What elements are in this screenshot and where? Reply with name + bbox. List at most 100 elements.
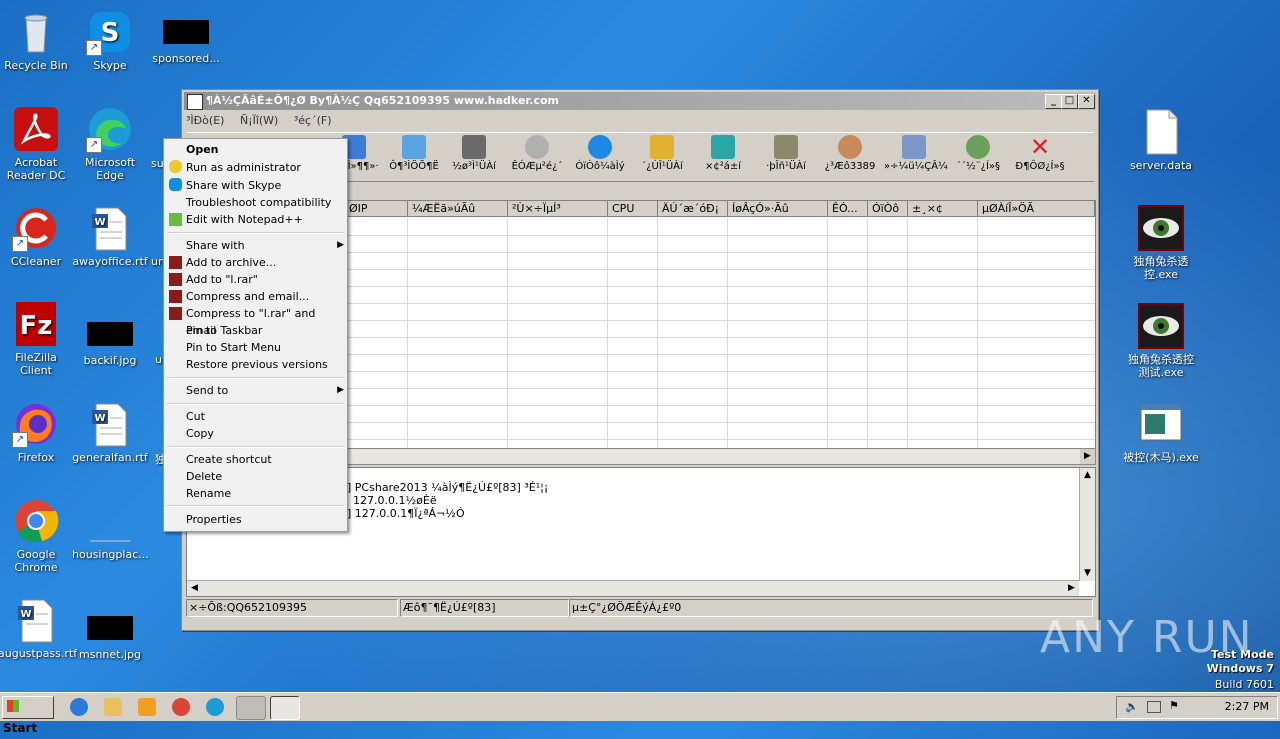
scroll-right-icon[interactable]: ▶ — [1064, 581, 1079, 596]
column-header[interactable]: ÊÓ... — [828, 201, 868, 217]
icon-label: Skype — [93, 59, 127, 72]
scroll-down-icon[interactable]: ▼ — [1080, 566, 1095, 581]
clock[interactable]: 2:27 PM — [1225, 700, 1269, 713]
desktop-icon-housingplac[interactable]: housingplac... — [72, 497, 149, 561]
internet-explorer-icon[interactable] — [70, 698, 88, 716]
desktop-icon-firefox[interactable]: ↗ Firefox — [0, 400, 74, 464]
toolbar-button[interactable]: Ô¶³ÌÖÕ¶Ë — [384, 135, 444, 172]
menu-share-with[interactable]: Share with ▶ — [186, 237, 344, 254]
close-button[interactable]: ✕ — [1078, 94, 1095, 109]
desktop-icon-ccleaner[interactable]: ↗ CCleaner — [0, 204, 74, 268]
desktop-icon-beikong-exe[interactable]: 被控(木马).exe — [1123, 400, 1199, 464]
toolbar-button[interactable]: ´¿ÚÎ¹ÜÀí — [634, 135, 690, 172]
network-icon[interactable] — [1147, 701, 1161, 713]
toolbar-label: ¿³Æô3389 — [824, 161, 876, 172]
toolbar-label: ´¿ÚÎ¹ÜÀí — [641, 161, 683, 172]
grid-line — [607, 218, 608, 463]
menu-rename[interactable]: Rename — [186, 485, 231, 502]
toolbar-button[interactable]: ÓïÒô¼àÌý — [572, 135, 628, 172]
menu-cut[interactable]: Cut — [186, 408, 205, 425]
toolbar-button[interactable]: ¿³Æô3389 — [822, 135, 878, 172]
desktop-icon-msnnet[interactable]: msnnet.jpg — [72, 604, 148, 661]
edge-icon[interactable] — [206, 698, 224, 716]
recycle-bin-icon — [12, 8, 60, 56]
column-header[interactable]: ØIP — [345, 201, 408, 217]
menu-item[interactable]: ³ÌÐò(E) — [186, 114, 224, 127]
menu-item[interactable]: ³éç´(F) — [294, 114, 332, 127]
menu-add-to-rar[interactable]: Add to "l.rar" — [186, 271, 258, 288]
menu-compress-email[interactable]: Compress and email... — [186, 288, 309, 305]
menu-troubleshoot[interactable]: Troubleshoot compatibility — [186, 194, 331, 211]
column-header[interactable]: µØÀíÎ»ÖÃ — [978, 201, 1095, 217]
vertical-scrollbar[interactable]: ▲ ▼ — [1079, 468, 1095, 581]
menu-open[interactable]: Open — [186, 141, 219, 158]
column-header[interactable]: ±¸×¢ — [908, 201, 978, 217]
column-header[interactable]: ÓïÒô — [868, 201, 908, 217]
toolbar-button[interactable]: ½ø³Ì¹ÜÀí — [446, 135, 502, 172]
desktop-icon-acrobat[interactable]: Acrobat Reader DC — [0, 105, 74, 182]
media-player-icon[interactable] — [138, 698, 156, 716]
menu-separator — [167, 403, 344, 405]
menu-edit-notepadpp[interactable]: Edit with Notepad++ — [186, 211, 303, 228]
desktop-icon-generalfan[interactable]: W generalfan.rtf — [72, 400, 148, 464]
menu-add-archive[interactable]: Add to archive... — [186, 254, 276, 271]
create-client-icon — [966, 135, 990, 159]
column-header[interactable]: ÄÚ´æ´óÐ¡ — [658, 201, 728, 217]
desktop-icon-backif[interactable]: backif.jpg — [72, 310, 148, 367]
toolbar-button[interactable]: ´´½¨¿Í»§ — [950, 135, 1006, 172]
column-header[interactable]: ¼ÆËã»úÃû — [408, 201, 508, 217]
scroll-up-icon[interactable]: ▲ — [1080, 468, 1095, 483]
desktop-icon-recycle-bin[interactable]: Recycle Bin — [0, 8, 74, 72]
desktop-icon-filezilla[interactable]: Fz FileZilla Client — [0, 300, 74, 377]
toolbar-button[interactable]: ÊÓÆµ²é¿´ — [506, 135, 568, 172]
icon-label: backif.jpg — [83, 354, 137, 367]
desktop-icon-awayoffice[interactable]: W awayoffice.rtf — [72, 204, 148, 268]
log-horizontal-scrollbar[interactable]: ◀ ▶ — [187, 580, 1079, 596]
desktop-icon-chrome[interactable]: Google Chrome — [0, 497, 74, 574]
desktop-icon-dujiao-test-exe[interactable]: 独角兔杀透控测试.exe — [1123, 302, 1199, 379]
menu-compress-rar-email[interactable]: Compress to "l.rar" and email — [186, 305, 347, 337]
menu-share-skype[interactable]: Share with Skype — [186, 177, 281, 194]
menu-delete[interactable]: Delete — [186, 468, 222, 485]
winrar-icon — [169, 290, 182, 303]
desktop-icon-edge[interactable]: ↗ Microsoft Edge — [72, 105, 148, 182]
scroll-left-icon[interactable]: ◀ — [187, 581, 202, 596]
scroll-right-icon[interactable]: ▶ — [1080, 449, 1095, 464]
column-header[interactable]: CPU — [608, 201, 658, 217]
start-button[interactable]: Start — [2, 696, 54, 735]
menu-copy[interactable]: Copy — [186, 425, 214, 442]
flag-icon[interactable]: ⚑ — [1169, 699, 1179, 712]
minimize-button[interactable]: _ — [1045, 94, 1062, 109]
eye-icon — [1137, 302, 1185, 350]
menu-create-shortcut[interactable]: Create shortcut — [186, 451, 272, 468]
column-header[interactable]: ²Ù×÷ÏµÍ³ — [508, 201, 608, 217]
desktop-icon-dujiao-exe[interactable]: 独角兔杀透控.exe — [1123, 204, 1199, 281]
toolbar-button[interactable]: ✕ Ð¶ÔØ¿Í»§ — [1010, 135, 1070, 172]
toolbar-button[interactable]: ×¢²á±í — [698, 135, 748, 172]
menu-item[interactable]: Ñ¡Ïî(W) — [240, 114, 278, 127]
desktop-icon-sponsored[interactable]: sponsored... — [148, 8, 224, 65]
volume-icon[interactable]: 🔈 — [1125, 700, 1139, 713]
word-document-icon: W — [86, 204, 134, 252]
column-header[interactable]: ÍøÂçÓ»·Ãû — [728, 201, 828, 217]
acrobat-icon — [12, 105, 60, 153]
toolbar-button[interactable]: »÷¼ü¼ÇÂ¼ — [884, 135, 948, 172]
desktop-icon-skype[interactable]: S ↗ Skype — [72, 8, 148, 72]
desktop-icon-server-data[interactable]: server.data — [1123, 108, 1199, 172]
file-explorer-icon[interactable] — [104, 698, 122, 716]
winrar-taskbar-icon[interactable] — [236, 696, 266, 720]
menu-pin-taskbar[interactable]: Pin to Taskbar — [186, 322, 262, 339]
window-titlebar[interactable]: ¶À½ÇÃâÉ±Ô¶¿Ø By¶À½Ç Qq652109395 www.hadk… — [184, 92, 1096, 110]
menu-restore-versions[interactable]: Restore previous versions — [186, 356, 328, 373]
desktop-icon-augustpass[interactable]: W augustpass.rtf — [0, 596, 77, 660]
chrome-icon[interactable] — [172, 698, 190, 716]
rat-app-taskbar-button[interactable] — [270, 696, 300, 720]
user-icon — [838, 135, 862, 159]
toolbar-button[interactable]: ·þÎñ¹ÜÀí — [758, 135, 814, 172]
maximize-button[interactable]: □ — [1061, 94, 1078, 109]
menu-pin-start[interactable]: Pin to Start Menu — [186, 339, 281, 356]
menu-send-to[interactable]: Send to ▶ — [186, 382, 344, 399]
icon-label: Firefox — [17, 451, 55, 464]
menu-properties[interactable]: Properties — [186, 511, 242, 528]
menu-run-as-admin[interactable]: Run as administrator — [186, 159, 301, 176]
